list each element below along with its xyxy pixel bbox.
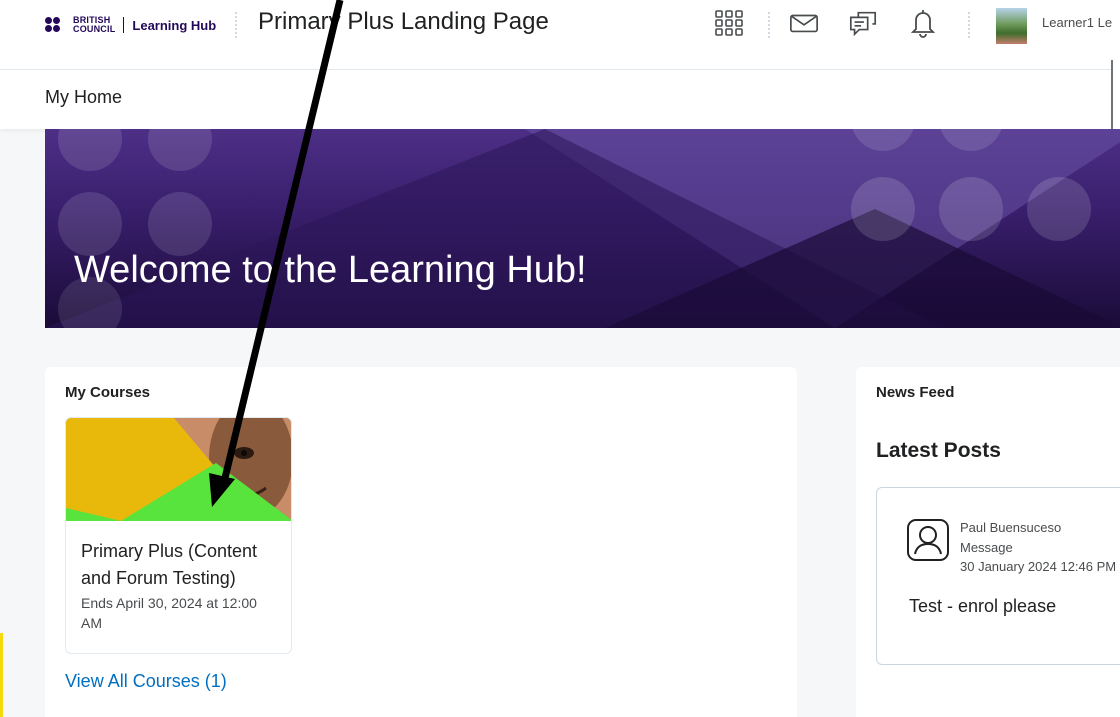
my-courses-title: My Courses <box>65 384 151 401</box>
logo-dots-icon <box>45 17 69 33</box>
user-avatar[interactable] <box>996 8 1027 44</box>
view-all-courses-link[interactable]: View All Courses (1) <box>65 671 227 692</box>
top-header: BRITISH COUNCIL Learning Hub Primary Plu… <box>0 0 1120 70</box>
navigation-bar: My Home <box>0 70 1120 129</box>
header-divider <box>235 12 237 38</box>
site-title[interactable]: Primary Plus Landing Page <box>258 8 549 36</box>
news-feed-widget: News Feed Latest Posts Paul Buensuceso M… <box>856 367 1120 717</box>
course-end-date: Ends April 30, 2024 at 12:00 AM <box>81 595 257 631</box>
logo-hub-label: Learning Hub <box>132 17 217 33</box>
my-courses-widget: My Courses Primary Plus (Content and For… <box>45 367 797 717</box>
side-highlight-strip <box>0 633 3 717</box>
header-divider <box>768 12 770 38</box>
post-meta: Paul Buensuceso Message 30 January 2024 … <box>960 518 1116 577</box>
course-image <box>66 418 291 521</box>
banner-decoration <box>45 129 1120 328</box>
mail-icon[interactable] <box>789 8 819 38</box>
header-divider <box>968 12 970 38</box>
welcome-banner: Welcome to the Learning Hub! <box>45 129 1120 328</box>
logo-divider <box>123 17 125 33</box>
british-council-logo[interactable]: BRITISH COUNCIL Learning Hub <box>45 14 216 36</box>
course-name[interactable]: Primary Plus (Content and Forum Testing) <box>81 538 281 592</box>
user-name[interactable]: Learner1 Le <box>1042 15 1112 30</box>
latest-posts-heading: Latest Posts <box>876 439 1001 462</box>
apps-grid-icon[interactable] <box>714 8 744 38</box>
user-placeholder-icon <box>906 518 950 562</box>
logo-line-2: COUNCIL <box>73 24 116 34</box>
news-feed-title: News Feed <box>876 384 955 401</box>
nav-item-my-home[interactable]: My Home <box>45 87 122 108</box>
news-post-card[interactable]: Paul Buensuceso Message 30 January 2024 … <box>876 487 1120 665</box>
post-author[interactable]: Paul Buensuceso <box>960 518 1116 538</box>
post-type: Message <box>960 539 1013 555</box>
post-timestamp: 30 January 2024 12:46 PM <box>960 559 1117 574</box>
chat-icon[interactable] <box>848 8 878 38</box>
bell-icon[interactable] <box>908 8 938 38</box>
course-card[interactable]: Primary Plus (Content and Forum Testing)… <box>65 417 292 654</box>
banner-title: Welcome to the Learning Hub! <box>74 249 587 291</box>
logo-wordmark: BRITISH COUNCIL <box>73 16 115 34</box>
post-body: Test - enrol please <box>909 596 1057 616</box>
